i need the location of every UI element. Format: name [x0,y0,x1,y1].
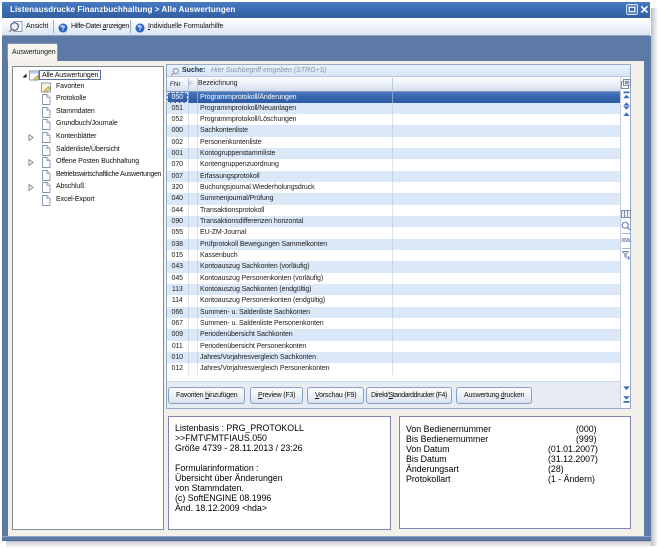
svg-text:?: ? [138,23,143,32]
svg-text:?: ? [61,23,66,32]
